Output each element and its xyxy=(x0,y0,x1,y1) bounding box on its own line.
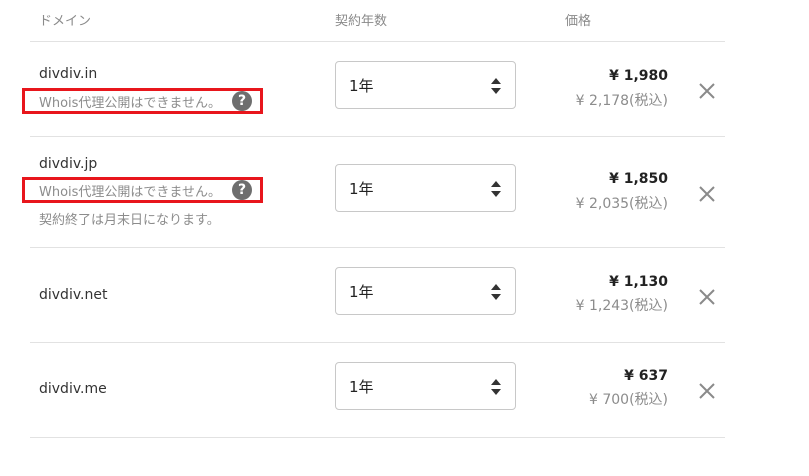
term-select-value: 1年 xyxy=(349,283,374,301)
domain-name: divdiv.me xyxy=(39,381,107,397)
close-icon[interactable] xyxy=(697,81,717,101)
close-icon[interactable] xyxy=(697,381,717,401)
term-select-value: 1年 xyxy=(349,180,374,198)
header-domain: ドメイン xyxy=(39,14,92,29)
help-icon[interactable]: ? xyxy=(232,91,252,111)
close-icon[interactable] xyxy=(697,287,717,307)
domain-name: divdiv.jp xyxy=(39,156,98,172)
table-row: divdiv.me 1年 ¥ 637 ¥ 700(税込) xyxy=(0,343,809,437)
select-arrows-icon xyxy=(491,78,501,94)
price: ¥ 1,130 xyxy=(609,274,668,290)
domain-name: divdiv.net xyxy=(39,287,108,303)
price: ¥ 1,980 xyxy=(609,68,668,84)
domain-name: divdiv.in xyxy=(39,66,98,82)
price-tax-included: ¥ 2,178(税込) xyxy=(575,93,668,109)
whois-note: Whois代理公開はできません。 xyxy=(39,185,222,200)
table-header: ドメイン 契約年数 価格 xyxy=(0,0,809,42)
term-select-value: 1年 xyxy=(349,77,374,95)
price: ¥ 1,850 xyxy=(609,171,668,187)
term-select[interactable]: 1年 xyxy=(335,362,516,410)
price-tax-included: ¥ 1,243(税込) xyxy=(575,298,668,314)
contract-end-note: 契約終了は月末日になります。 xyxy=(39,213,220,228)
term-select-value: 1年 xyxy=(349,378,374,396)
select-arrows-icon xyxy=(491,181,501,197)
header-term: 契約年数 xyxy=(335,14,388,29)
whois-note: Whois代理公開はできません。 xyxy=(39,96,222,111)
table-row: divdiv.jp Whois代理公開はできません。 ? 契約終了は月末日になり… xyxy=(0,137,809,247)
select-arrows-icon xyxy=(491,284,501,300)
header-price: 価格 xyxy=(565,14,592,29)
table-row: divdiv.in Whois代理公開はできません。 ? 1年 ¥ 1,980 … xyxy=(0,42,809,136)
price: ¥ 637 xyxy=(624,368,668,384)
term-select[interactable]: 1年 xyxy=(335,267,516,315)
term-select[interactable]: 1年 xyxy=(335,61,516,109)
close-icon[interactable] xyxy=(697,184,717,204)
term-select[interactable]: 1年 xyxy=(335,164,516,212)
table-row: divdiv.net 1年 ¥ 1,130 ¥ 1,243(税込) xyxy=(0,248,809,342)
divider xyxy=(30,437,725,438)
price-tax-included: ¥ 700(税込) xyxy=(588,392,668,408)
select-arrows-icon xyxy=(491,379,501,395)
price-tax-included: ¥ 2,035(税込) xyxy=(575,196,668,212)
help-icon[interactable]: ? xyxy=(232,180,252,200)
